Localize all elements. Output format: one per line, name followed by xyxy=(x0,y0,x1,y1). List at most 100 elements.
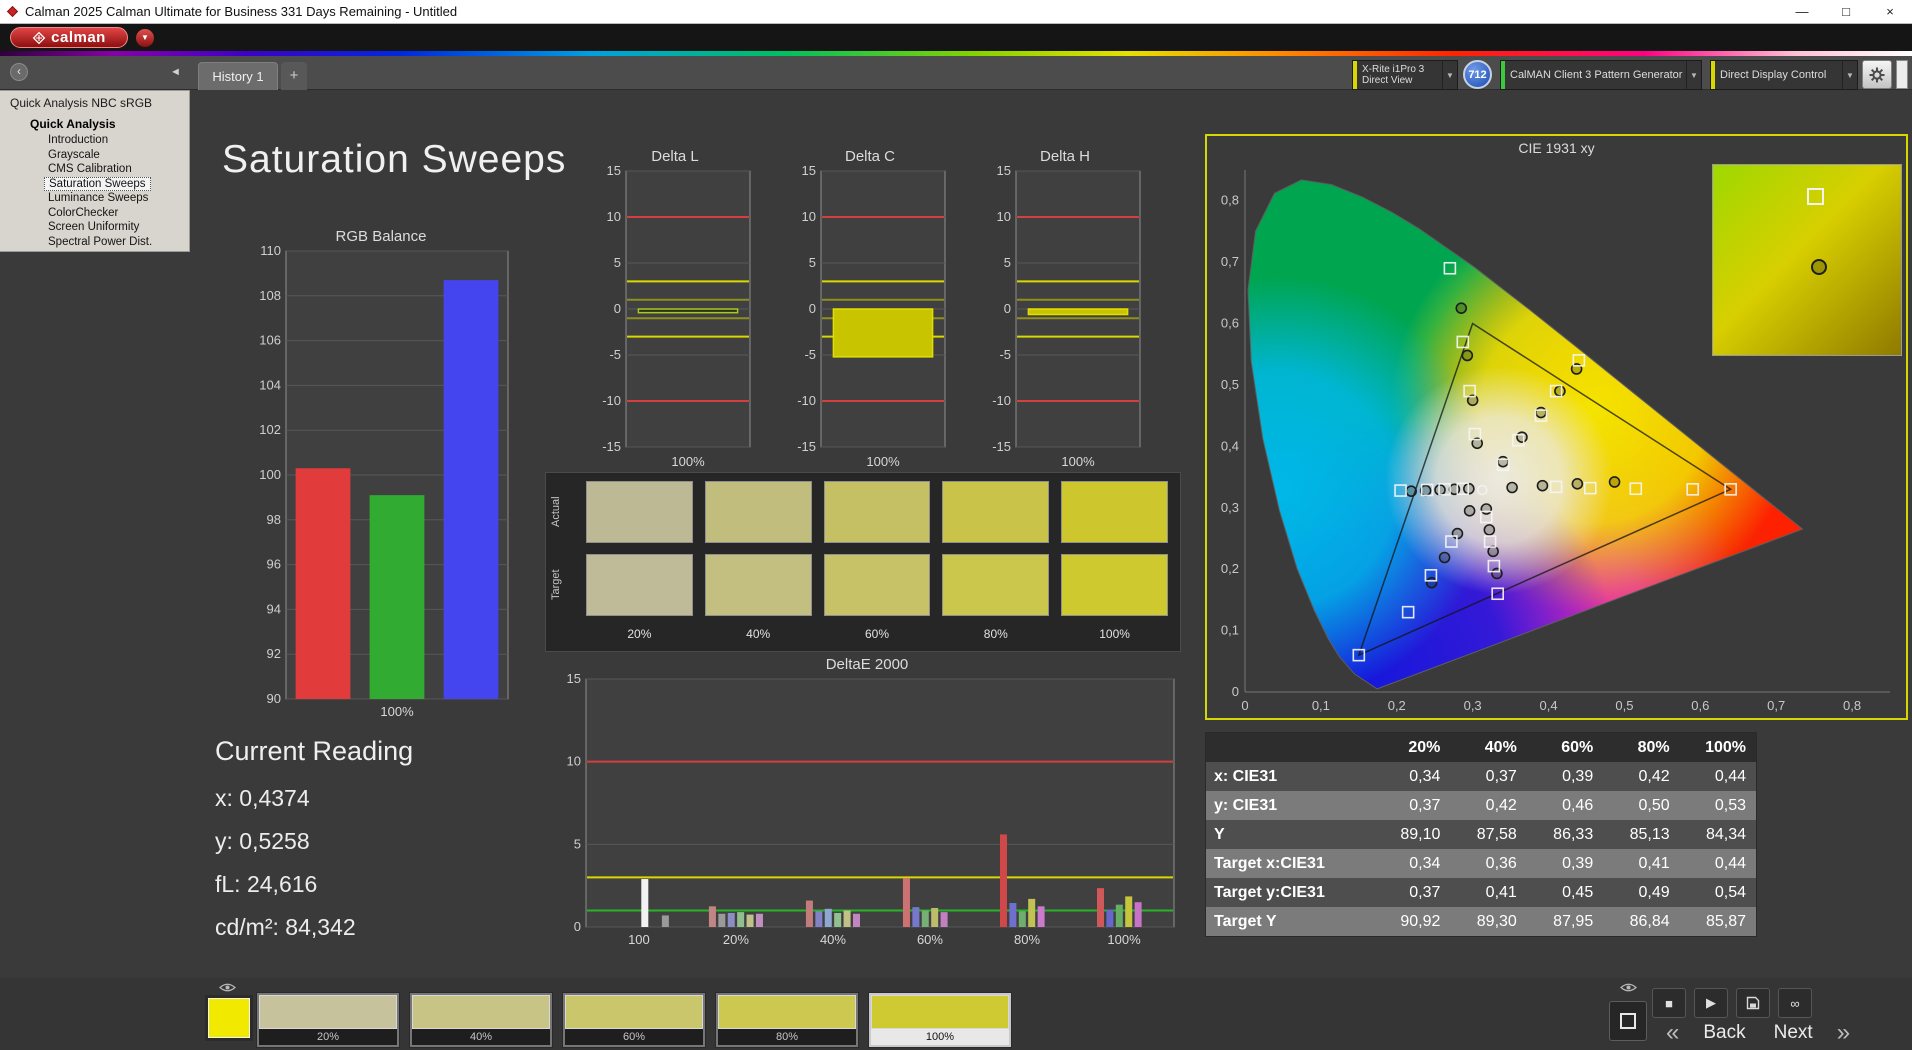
current-pattern-swatch[interactable] xyxy=(208,998,250,1038)
workflow-root-node[interactable]: Quick Analysis xyxy=(0,116,189,133)
pattern-window-button[interactable] xyxy=(1609,1001,1647,1041)
table-column-header: 60% xyxy=(1561,739,1594,756)
pattern-swatch-40%[interactable]: 40% xyxy=(409,992,553,1048)
target-swatch-100% xyxy=(1061,554,1168,616)
svg-text:0,6: 0,6 xyxy=(1691,698,1709,713)
measured-point xyxy=(1506,481,1518,494)
settings-button[interactable] xyxy=(1862,60,1892,89)
table-cell: 0,42 xyxy=(1485,797,1517,814)
deltae2000-bar-1 xyxy=(661,915,669,927)
svg-text:98: 98 xyxy=(267,512,281,527)
sidebar-item-cms-calibration[interactable]: CMS Calibration xyxy=(44,162,136,177)
deltae2000-bar-5 xyxy=(737,912,745,927)
svg-text:10: 10 xyxy=(607,209,621,224)
next-button[interactable]: Next xyxy=(1774,1022,1813,1044)
pattern-swatch-60%[interactable]: 60% xyxy=(562,992,706,1048)
svg-text:96: 96 xyxy=(267,557,281,572)
sidebar-item-colorchecker[interactable]: ColorChecker xyxy=(44,206,122,221)
pattern-swatch-color xyxy=(259,995,397,1029)
svg-text:0: 0 xyxy=(1232,684,1239,699)
minimize-button[interactable]: — xyxy=(1780,0,1824,24)
svg-text:0: 0 xyxy=(1241,698,1248,713)
reading-cdm2-value: 84,342 xyxy=(285,914,356,940)
svg-text:100%: 100% xyxy=(1061,454,1095,469)
pattern-swatch-100%[interactable]: 100% xyxy=(868,992,1012,1048)
delta_h-svg: -15 -10 -5 0 5 10 15 100% xyxy=(992,163,1141,469)
table-cell: 86,33 xyxy=(1553,826,1594,843)
back-button[interactable]: Back xyxy=(1703,1022,1745,1044)
continuous-measure-button[interactable]: ∞ xyxy=(1778,988,1812,1018)
svg-text:-5: -5 xyxy=(609,347,621,362)
deltae2000-bar-26 xyxy=(1115,904,1123,927)
eye-icon[interactable] xyxy=(1619,980,1637,997)
meter-dropdown[interactable]: X-Rite i1Pro 3 Direct View ▼ xyxy=(1352,60,1458,90)
calman-logo[interactable]: calman xyxy=(10,27,128,48)
sidebar-item-saturation-sweeps[interactable]: Saturation Sweeps xyxy=(44,176,151,191)
svg-text:0,8: 0,8 xyxy=(1221,193,1239,208)
deltae2000-bar-4 xyxy=(727,912,735,927)
svg-text:0,5: 0,5 xyxy=(1221,377,1239,392)
toolbar-overflow-button[interactable] xyxy=(1896,60,1908,89)
chart-title: RGB Balance xyxy=(335,228,427,245)
play-button[interactable]: ▶ xyxy=(1694,988,1728,1018)
deltae2000-bar-20 xyxy=(1009,903,1017,927)
workflow-title: Quick Analysis NBC sRGB xyxy=(10,96,153,110)
sidebar-item-screen-uniformity[interactable]: Screen Uniformity xyxy=(44,220,143,235)
sidebar-collapse-button[interactable]: ◄ xyxy=(170,66,181,78)
display-control-dropdown[interactable]: Direct Display Control ▼ xyxy=(1710,60,1858,90)
svg-text:-15: -15 xyxy=(797,439,816,454)
pattern-swatch-20%[interactable]: 20% xyxy=(256,992,400,1048)
pattern-source-dropdown[interactable]: CalMAN Client 3 Pattern Generator ▼ xyxy=(1500,60,1702,90)
reading-y-value: 0,5258 xyxy=(239,828,310,854)
measured-point xyxy=(1438,551,1451,564)
next-chevrons-icon[interactable]: » xyxy=(1837,1019,1850,1047)
table-cell: 0,42 xyxy=(1638,768,1670,785)
table-row: y: CIE31 0,37 0,42 0,46 0,50 0,53 xyxy=(1206,791,1756,820)
svg-text:0,8: 0,8 xyxy=(1843,698,1861,713)
swatch-column-label: 60% xyxy=(864,627,889,641)
svg-text:-5: -5 xyxy=(999,347,1011,362)
svg-text:15: 15 xyxy=(802,165,816,178)
maximize-button[interactable]: □ xyxy=(1824,0,1868,24)
svg-text:0,2: 0,2 xyxy=(1221,561,1239,576)
window-titlebar: Calman 2025 Calman Ultimate for Business… xyxy=(0,0,1912,24)
measured-point xyxy=(1434,484,1446,496)
measured-point xyxy=(1463,505,1476,517)
pattern-swatch-80%[interactable]: 80% xyxy=(715,992,859,1048)
meter-count-badge[interactable]: 712 xyxy=(1463,60,1492,89)
table-cell: 89,30 xyxy=(1476,913,1517,930)
current-pattern-frame xyxy=(205,995,253,1041)
add-tab-button[interactable]: + xyxy=(281,62,307,90)
table-cell: 0,39 xyxy=(1562,768,1594,785)
svg-text:0: 0 xyxy=(614,301,621,316)
actual-swatch-80% xyxy=(942,481,1050,543)
stop-icon: ■ xyxy=(1665,995,1673,1011)
sidebar-item-luminance-sweeps[interactable]: Luminance Sweeps xyxy=(44,191,152,206)
save-button[interactable] xyxy=(1736,988,1770,1018)
panel-menu-button[interactable]: ‹ xyxy=(10,63,28,81)
back-chevrons-icon[interactable]: « xyxy=(1666,1019,1679,1047)
svg-text:60%: 60% xyxy=(917,932,943,947)
stop-button[interactable]: ■ xyxy=(1652,988,1686,1018)
table-row: Target y:CIE31 0,37 0,41 0,45 0,49 0,54 xyxy=(1206,878,1756,907)
svg-text:102: 102 xyxy=(259,422,281,437)
sidebar-item-introduction[interactable]: Introduction xyxy=(44,133,112,148)
svg-text:100%: 100% xyxy=(866,454,900,469)
svg-text:-5: -5 xyxy=(804,347,816,362)
chevron-down-icon: ▼ xyxy=(1442,61,1457,89)
svg-text:0,1: 0,1 xyxy=(1221,623,1239,638)
svg-text:-15: -15 xyxy=(992,439,1011,454)
measured-point xyxy=(1483,524,1496,536)
reading-cdm2: cd/m²: 84,342 xyxy=(215,914,413,941)
main-menu-button[interactable]: ▼ xyxy=(136,28,154,47)
sidebar-item-spectral-power-dist-[interactable]: Spectral Power Dist. xyxy=(44,235,156,250)
sidebar-item-grayscale[interactable]: Grayscale xyxy=(44,148,104,163)
delta-h-chart: Delta H -15 -10 -5 0 5 10 15 100% xyxy=(982,148,1148,478)
chart-title: CIE 1931 xy xyxy=(1518,140,1595,156)
inset-measured-point xyxy=(1811,259,1827,275)
svg-text:10: 10 xyxy=(997,209,1011,224)
close-button[interactable]: × xyxy=(1868,0,1912,24)
svg-text:0,1: 0,1 xyxy=(1312,698,1330,713)
svg-text:5: 5 xyxy=(614,255,621,270)
tab-history-1[interactable]: History 1 xyxy=(198,62,278,90)
